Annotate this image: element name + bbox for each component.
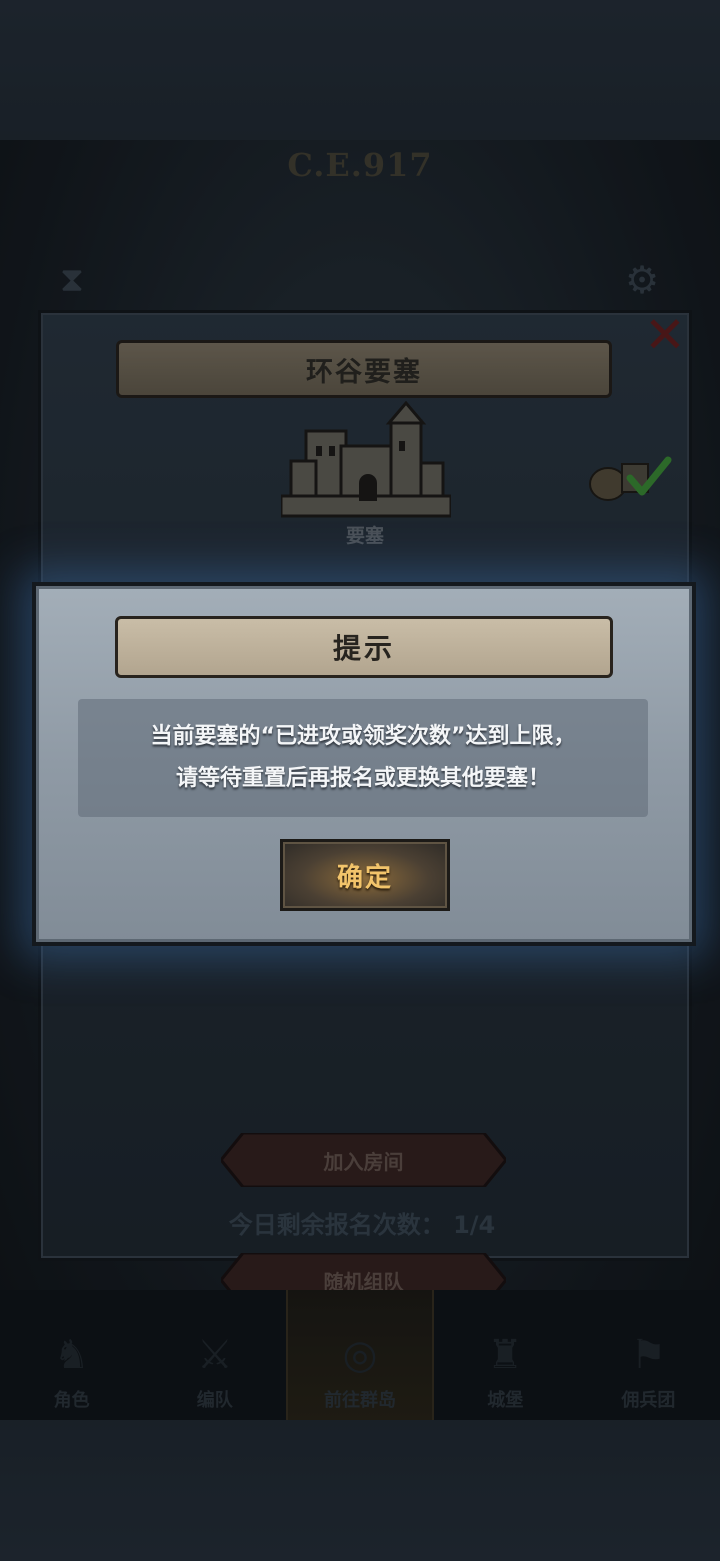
- dialog-title-banner: 提示: [115, 616, 613, 678]
- confirm-label: 确定: [336, 862, 393, 893]
- dialog-title: 提示: [332, 632, 395, 665]
- dialog-message: 当前要塞的“已进攻或领奖次数”达到上限， 请等待重置后再报名或更换其他要塞！: [78, 699, 648, 817]
- dialog-message-line1: 当前要塞的“已进攻或领奖次数”达到上限，: [150, 724, 576, 749]
- confirm-button[interactable]: 确定: [280, 839, 450, 911]
- dialog-message-line2: 请等待重置后再报名或更换其他要塞！: [175, 766, 550, 791]
- tip-dialog: 提示 当前要塞的“已进攻或领奖次数”达到上限， 请等待重置后再报名或更换其他要塞…: [32, 582, 696, 946]
